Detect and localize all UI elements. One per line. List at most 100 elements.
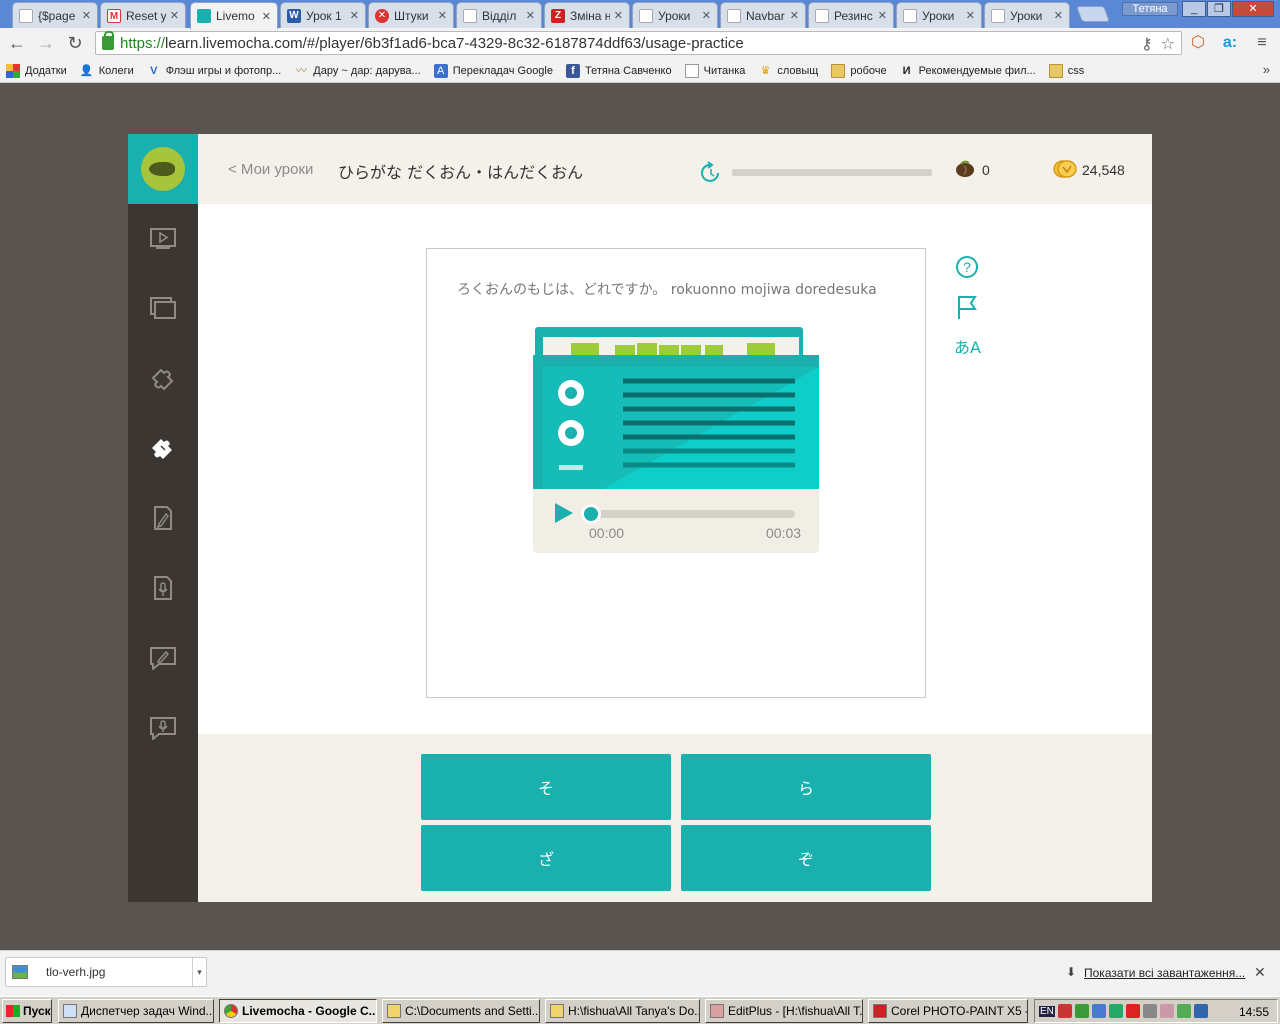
- reload-icon[interactable]: ↻: [63, 32, 87, 54]
- task-item[interactable]: Corel PHOTO-PAINT X5 -...: [868, 999, 1028, 1023]
- livemocha-logo[interactable]: [128, 134, 198, 204]
- tab-gmail[interactable]: M Reset y ✕: [100, 2, 186, 28]
- torrent-icon[interactable]: [1074, 1004, 1089, 1018]
- task-item[interactable]: Диспетчер задач Wind...: [58, 999, 214, 1023]
- volume-icon[interactable]: [1142, 1004, 1157, 1018]
- bookmark-chytanka[interactable]: Читанка: [684, 63, 745, 78]
- sidebar-item-video[interactable]: [128, 213, 198, 263]
- sidebar-item-speaking[interactable]: [128, 563, 198, 613]
- bookmark-flash[interactable]: V Флэш игры и фотопр...: [147, 64, 281, 78]
- sidebar-item-writing[interactable]: [128, 493, 198, 543]
- play-icon[interactable]: [555, 503, 573, 523]
- close-icon[interactable]: ✕: [614, 9, 623, 22]
- seek-bar[interactable]: [585, 510, 795, 518]
- tab-znu[interactable]: Z Зміна н ✕: [544, 2, 630, 28]
- language-indicator[interactable]: EN: [1039, 1005, 1055, 1017]
- more-bookmarks-icon[interactable]: »: [1263, 62, 1270, 77]
- task-item-active[interactable]: Livemocha - Google C...: [219, 999, 377, 1023]
- forward-icon[interactable]: →: [34, 32, 58, 54]
- close-window-icon[interactable]: ✕: [1232, 1, 1274, 17]
- close-icon[interactable]: ✕: [702, 9, 711, 22]
- new-tab-button[interactable]: [1076, 6, 1110, 22]
- tab-uroky-2[interactable]: Уроки ✕: [896, 2, 982, 28]
- answer-button[interactable]: ら: [681, 754, 931, 820]
- antivirus-icon[interactable]: [1057, 1004, 1072, 1018]
- tray-app-icon[interactable]: [1176, 1004, 1191, 1018]
- bookmark-roboche[interactable]: робоче: [831, 63, 887, 78]
- minimize-icon[interactable]: _: [1182, 1, 1206, 17]
- close-icon[interactable]: ✕: [790, 9, 799, 22]
- restore-icon[interactable]: ❐: [1207, 1, 1231, 17]
- tray-app-icon[interactable]: [1159, 1004, 1174, 1018]
- kana-toggle-icon[interactable]: あA: [954, 334, 981, 358]
- show-all-downloads-link[interactable]: Показати всі завантаження...: [1084, 966, 1245, 980]
- tab-livemocha[interactable]: Livemo ✕: [190, 2, 278, 29]
- tab-viddil[interactable]: Відділ ✕: [456, 2, 542, 28]
- tab-rezyns[interactable]: Резинс ✕: [808, 2, 894, 28]
- flag-icon[interactable]: [956, 294, 978, 320]
- back-icon[interactable]: ←: [5, 32, 29, 54]
- bookmark-translate[interactable]: A Перекладач Google: [433, 63, 553, 78]
- tray-app-icon[interactable]: [1193, 1004, 1208, 1018]
- browser-tab-strip: {$page ✕ M Reset y ✕ Livemo ✕ W Урок 1 ✕…: [0, 0, 1280, 29]
- bookmark-facebook[interactable]: f Тетяна Савченко: [566, 63, 672, 78]
- sidebar-item-review[interactable]: [128, 633, 198, 683]
- answer-button[interactable]: ぞ: [681, 825, 931, 891]
- close-icon[interactable]: ✕: [438, 9, 447, 22]
- start-button[interactable]: Пуск: [2, 999, 52, 1023]
- bookmark-kolegy[interactable]: 👤 Колеги: [80, 64, 134, 78]
- pdf-icon[interactable]: [1125, 1004, 1140, 1018]
- key-icon[interactable]: ⚷: [1141, 34, 1153, 54]
- answer-button[interactable]: そ: [421, 754, 671, 820]
- tab-uroky-1[interactable]: Уроки ✕: [632, 2, 718, 28]
- tab-shtuky[interactable]: ✕ Штуки ✕: [368, 2, 454, 28]
- close-icon[interactable]: ✕: [170, 9, 179, 22]
- close-icon[interactable]: ✕: [878, 9, 887, 22]
- menu-icon[interactable]: ≡: [1252, 33, 1272, 53]
- tab-word[interactable]: W Урок 1 ✕: [280, 2, 366, 28]
- close-icon[interactable]: ✕: [966, 9, 975, 22]
- tab-page-1[interactable]: {$page ✕: [12, 2, 98, 28]
- task-item[interactable]: EditPlus - [H:\fishua\All T...: [705, 999, 863, 1023]
- task-item[interactable]: H:\fishua\All Tanya's Do...: [545, 999, 700, 1023]
- star-icon[interactable]: ☆: [1161, 34, 1175, 54]
- answer-options: そ ら ざ ぞ: [198, 734, 1152, 902]
- sidebar-item-cards[interactable]: [128, 283, 198, 333]
- system-tray: EN 14:55: [1034, 999, 1278, 1023]
- tab-navbar[interactable]: Navbar ✕: [720, 2, 806, 28]
- bookmark-films[interactable]: И Рекомендуемые фил...: [900, 64, 1036, 78]
- tab-label: Reset y: [126, 8, 166, 23]
- profile-button[interactable]: Тетяна: [1122, 2, 1178, 16]
- close-icon[interactable]: ✕: [1054, 9, 1063, 22]
- network-icon[interactable]: [1091, 1004, 1106, 1018]
- my-lessons-link[interactable]: < Мои уроки: [228, 161, 313, 178]
- lesson-progress-bar: [732, 169, 932, 176]
- address-bar[interactable]: https://learn.livemocha.com/#/player/6b3…: [95, 31, 1182, 55]
- close-icon[interactable]: ✕: [262, 10, 271, 23]
- amazon-assistant-icon[interactable]: a:: [1220, 33, 1240, 53]
- bookmark-slovnyk[interactable]: ♛ словыщ: [758, 64, 818, 78]
- chevron-down-icon[interactable]: ▾: [192, 958, 206, 986]
- windows-logo-icon: [6, 1005, 20, 1017]
- sidebar-item-puzzle[interactable]: [128, 353, 198, 403]
- tray-app-icon[interactable]: [1108, 1004, 1123, 1018]
- help-icon[interactable]: ?: [956, 256, 978, 278]
- close-icon[interactable]: ✕: [1254, 964, 1266, 981]
- close-icon[interactable]: ✕: [82, 9, 91, 22]
- task-item[interactable]: C:\Documents and Setti...: [382, 999, 540, 1023]
- sidebar-item-puzzle-active[interactable]: [128, 423, 198, 473]
- tab-uroky-3[interactable]: Уроки ✕: [984, 2, 1070, 28]
- extension-icon[interactable]: ⬡: [1188, 33, 1208, 53]
- seek-handle[interactable]: [581, 504, 601, 524]
- exercise-area: ろくおんのもじは、どれですか。 rokuonno mojiwa doredesu…: [198, 204, 1152, 734]
- reset-icon[interactable]: [698, 160, 724, 186]
- download-item[interactable]: tlo-verh.jpg ▾: [5, 957, 207, 987]
- bookmark-daru[interactable]: 〰 Дару ~ дар: дарува...: [294, 64, 421, 78]
- bookmark-css[interactable]: css: [1048, 63, 1084, 78]
- answer-button[interactable]: ざ: [421, 825, 671, 891]
- close-icon[interactable]: ✕: [526, 9, 535, 22]
- sidebar-item-mic-chat[interactable]: [128, 703, 198, 753]
- bookmark-apps[interactable]: Додатки: [6, 63, 67, 78]
- crown-icon: ♛: [760, 64, 771, 77]
- close-icon[interactable]: ✕: [350, 9, 359, 22]
